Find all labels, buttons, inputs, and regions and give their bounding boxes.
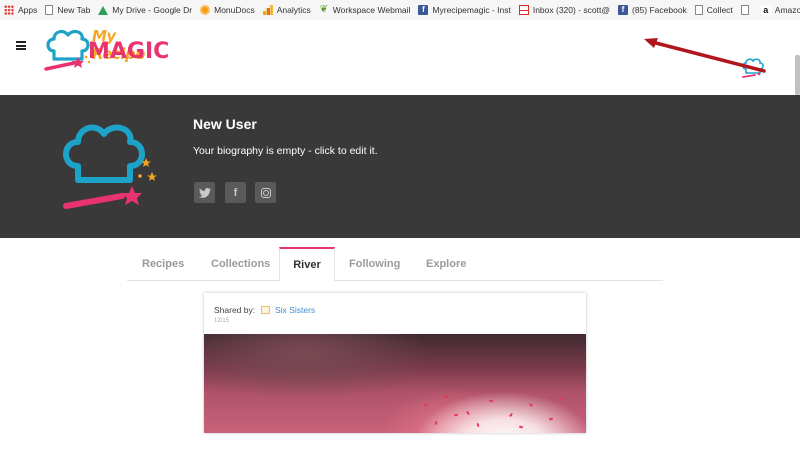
- gmail-icon: [518, 5, 529, 15]
- tab-river[interactable]: River: [279, 247, 335, 281]
- monudocs-icon: [200, 5, 211, 15]
- collection-folder-icon: [261, 306, 270, 314]
- shared-by-link[interactable]: Six Sisters: [275, 305, 315, 315]
- tab-collections[interactable]: Collections: [211, 247, 270, 281]
- page-scrollbar[interactable]: [795, 55, 800, 95]
- recipe-image[interactable]: [204, 334, 586, 433]
- twitter-button[interactable]: [194, 182, 215, 203]
- bookmark-google-drive[interactable]: My Drive - Google Dr: [94, 0, 196, 20]
- facebook-icon: f: [233, 186, 238, 199]
- logo-text-bottom: MAGIC: [88, 39, 170, 64]
- bookmark-apps[interactable]: Apps: [0, 0, 41, 20]
- bookmark-amazon[interactable]: aAmazon.com Associa: [757, 0, 800, 20]
- page-icon: [694, 5, 703, 15]
- instagram-icon: [260, 187, 271, 198]
- tab-recipes[interactable]: Recipes: [142, 247, 184, 281]
- bookmark-collect[interactable]: Collect: [691, 0, 737, 20]
- twitter-icon: [198, 187, 211, 198]
- bookmark-new-tab[interactable]: New Tab: [41, 0, 94, 20]
- share-date: 12/15: [214, 318, 230, 324]
- bookmark-analytics[interactable]: Analytics: [259, 0, 315, 20]
- profile-tabs: Recipes Collections River Following Expl…: [127, 247, 663, 281]
- page-icon: [45, 5, 54, 15]
- apps-grid-icon: [4, 5, 14, 15]
- bookmark-inbox[interactable]: Inbox (320) - scott@: [515, 0, 614, 20]
- site-logo[interactable]: My Recipe MAGIC: [44, 27, 169, 77]
- facebook-button[interactable]: f: [225, 182, 246, 203]
- webmail-icon: ❦: [319, 4, 328, 15]
- chef-hat-icon[interactable]: [741, 58, 765, 78]
- profile-bio[interactable]: Your biography is empty - click to edit …: [193, 145, 378, 157]
- bookmark-facebook[interactable]: f (85) Facebook: [614, 0, 691, 20]
- profile-name: New User: [193, 116, 257, 132]
- page-icon: [740, 5, 749, 15]
- instagram-button[interactable]: [255, 182, 276, 203]
- river-feed-card[interactable]: Shared by: Six Sisters 12/15: [204, 293, 586, 433]
- tab-explore[interactable]: Explore: [426, 247, 466, 281]
- bookmark-myrecipemagic[interactable]: f Myrecipemagic - Inst: [414, 0, 514, 20]
- bookmark-webmail[interactable]: ❦ Workspace Webmail: [315, 0, 415, 20]
- bookmark-blank[interactable]: [737, 0, 757, 20]
- tab-following[interactable]: Following: [349, 247, 400, 281]
- profile-avatar-chef-hat-icon[interactable]: [60, 120, 164, 212]
- analytics-icon: [262, 5, 273, 15]
- facebook-icon: f: [617, 5, 628, 15]
- facebook-icon: f: [418, 5, 429, 15]
- menu-hamburger-icon[interactable]: [16, 41, 26, 50]
- amazon-icon: a: [760, 5, 771, 15]
- bookmarks-bar: Apps New Tab My Drive - Google Dr MonuDo…: [0, 0, 800, 20]
- bookmark-monudocs[interactable]: MonuDocs: [196, 0, 259, 20]
- shared-by-label: Shared by:: [214, 305, 256, 315]
- chef-hat-logo-icon: [44, 29, 91, 71]
- google-drive-icon: [98, 5, 109, 15]
